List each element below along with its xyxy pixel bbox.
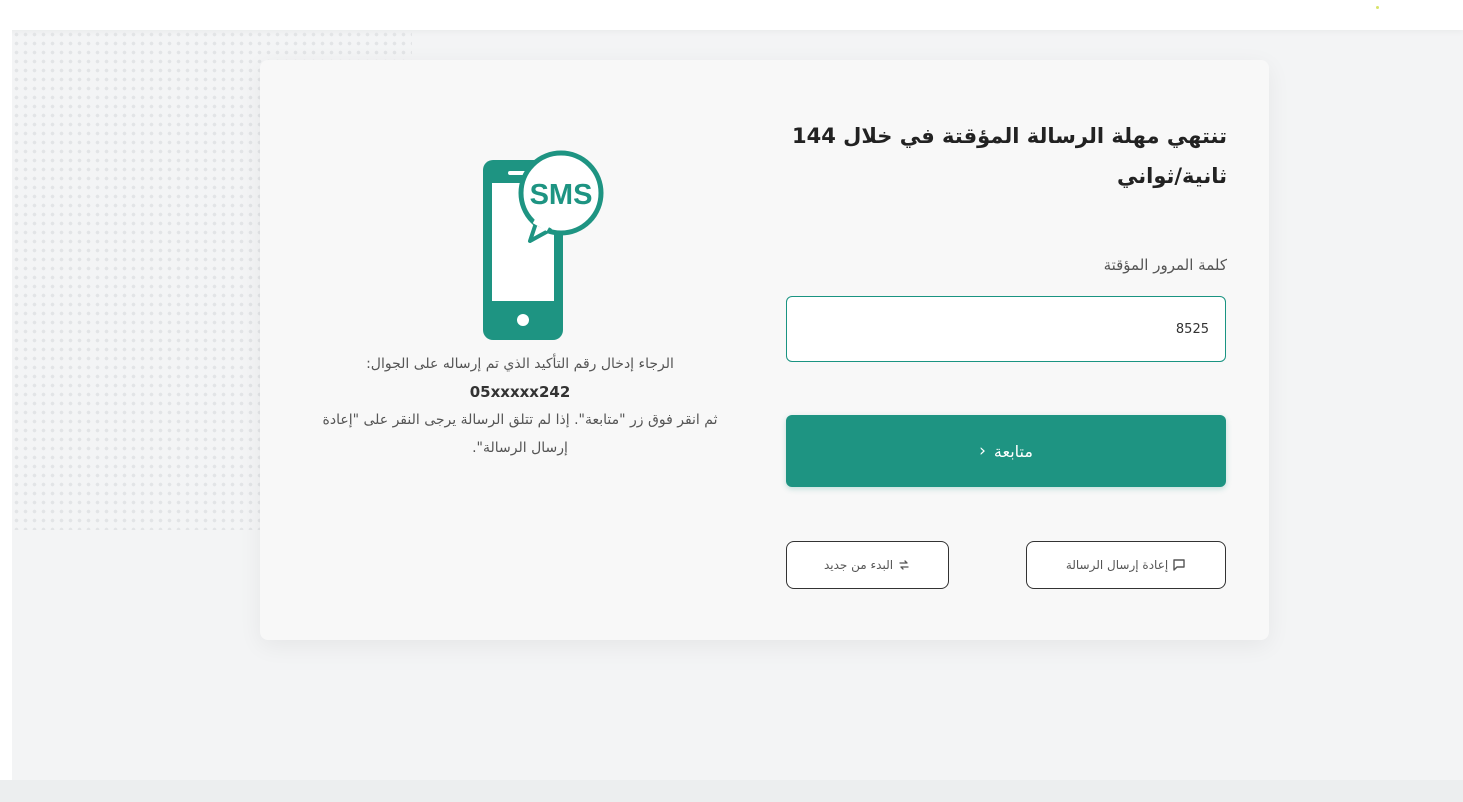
phone-number: 05xxxxx242 bbox=[469, 383, 571, 401]
message-icon bbox=[1172, 558, 1186, 572]
restart-button[interactable]: البدء من جديد bbox=[786, 541, 949, 589]
restart-label: البدء من جديد bbox=[823, 558, 894, 572]
resend-message-label: إعادة إرسال الرسالة bbox=[1065, 558, 1169, 572]
top-bar bbox=[0, 0, 1463, 30]
otp-field-label: كلمة المرور المؤقتة bbox=[1103, 256, 1227, 274]
continue-button[interactable]: متابعة ‹ bbox=[786, 415, 1226, 487]
page: تنتهي مهلة الرسالة المؤقتة في خلال 144 ث… bbox=[0, 0, 1463, 802]
instructions-line2: ثم انقر فوق زر "متابعة". إذا لم تتلق الر… bbox=[322, 412, 718, 456]
resend-message-button[interactable]: إعادة إرسال الرسالة bbox=[1026, 541, 1226, 589]
instructions-line1: الرجاء إدخال رقم التأكيد الذي تم إرساله … bbox=[366, 356, 674, 372]
decorative-dot bbox=[1376, 6, 1379, 9]
instructions: الرجاء إدخال رقم التأكيد الذي تم إرساله … bbox=[320, 350, 720, 462]
chevron-left-icon: ‹ bbox=[979, 441, 986, 461]
otp-timer-title: تنتهي مهلة الرسالة المؤقتة في خلال 144 ث… bbox=[791, 124, 1227, 188]
sms-label: SMS bbox=[530, 179, 593, 211]
bottom-bar bbox=[0, 780, 1463, 802]
left-strip bbox=[0, 30, 12, 780]
refresh-icon bbox=[897, 558, 911, 572]
continue-button-label: متابعة bbox=[993, 441, 1033, 461]
sms-phone-icon: SMS bbox=[478, 135, 608, 340]
otp-card: تنتهي مهلة الرسالة المؤقتة في خلال 144 ث… bbox=[260, 60, 1269, 640]
otp-input[interactable] bbox=[786, 296, 1226, 362]
